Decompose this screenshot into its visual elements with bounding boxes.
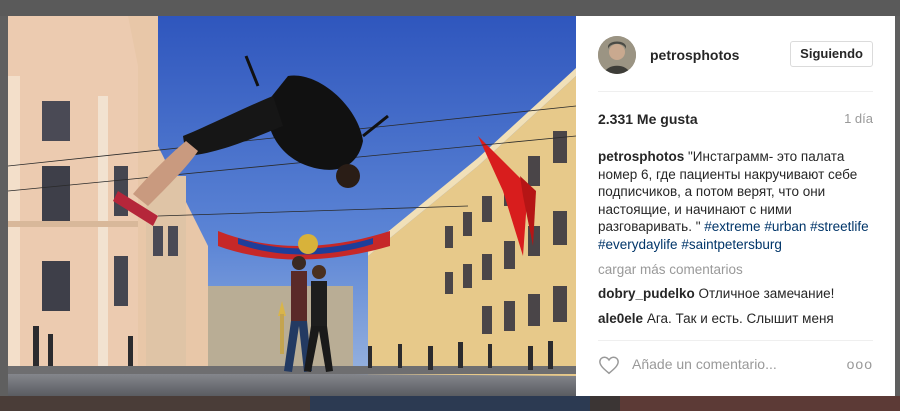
comment-username[interactable]: dobry_pudelko — [598, 286, 695, 301]
backdrop-top — [0, 0, 900, 16]
likes-row: 2.331 Me gusta 1 día — [598, 111, 873, 131]
load-more-comments[interactable]: cargar más comentarios — [598, 261, 873, 279]
add-comment-row: Añade un comentario... ooo — [598, 354, 873, 380]
avatar[interactable] — [598, 36, 636, 74]
backdrop-bottom — [0, 396, 900, 411]
post-modal: petrosphotos Siguiendo 2.331 Me gusta 1 … — [8, 16, 895, 396]
caption-username[interactable]: petrosphotos — [598, 149, 684, 164]
add-comment-input[interactable]: Añade un comentario... — [632, 356, 777, 372]
post-details-panel: petrosphotos Siguiendo 2.331 Me gusta 1 … — [576, 16, 895, 396]
heart-icon[interactable] — [598, 354, 620, 376]
comments-list: petrosphotos "Инстаграмм- это палата ном… — [598, 148, 873, 332]
post-photo[interactable] — [8, 16, 576, 396]
hashtag[interactable]: #saintpetersburg — [681, 237, 782, 252]
caption: petrosphotos "Инстаграмм- это палата ном… — [598, 148, 873, 253]
comments-divider — [598, 340, 873, 341]
hashtag[interactable]: #extreme — [704, 219, 760, 234]
post-time[interactable]: 1 día — [844, 111, 873, 126]
hashtag[interactable]: #urban — [764, 219, 806, 234]
comment-text: Отличное замечание! — [698, 285, 835, 301]
post-header: petrosphotos Siguiendo — [598, 36, 873, 76]
following-button[interactable]: Siguiendo — [790, 41, 873, 67]
more-options-icon[interactable]: ooo — [847, 356, 873, 372]
hashtag[interactable]: #everydaylife — [598, 237, 678, 252]
comment-text: Ага. Так и есть. Слышит меня — [646, 311, 834, 326]
post-username[interactable]: petrosphotos — [650, 47, 739, 63]
comment: dobry_pudelko Отличное замечание! — [598, 285, 873, 303]
comment-username[interactable]: ale0ele — [598, 311, 643, 326]
comment: ale0ele Ага. Так и есть. Слышит меня — [598, 310, 873, 328]
header-divider — [598, 91, 873, 92]
hashtag[interactable]: #streetlife — [810, 219, 869, 234]
likes-count[interactable]: 2.331 Me gusta — [598, 111, 698, 127]
